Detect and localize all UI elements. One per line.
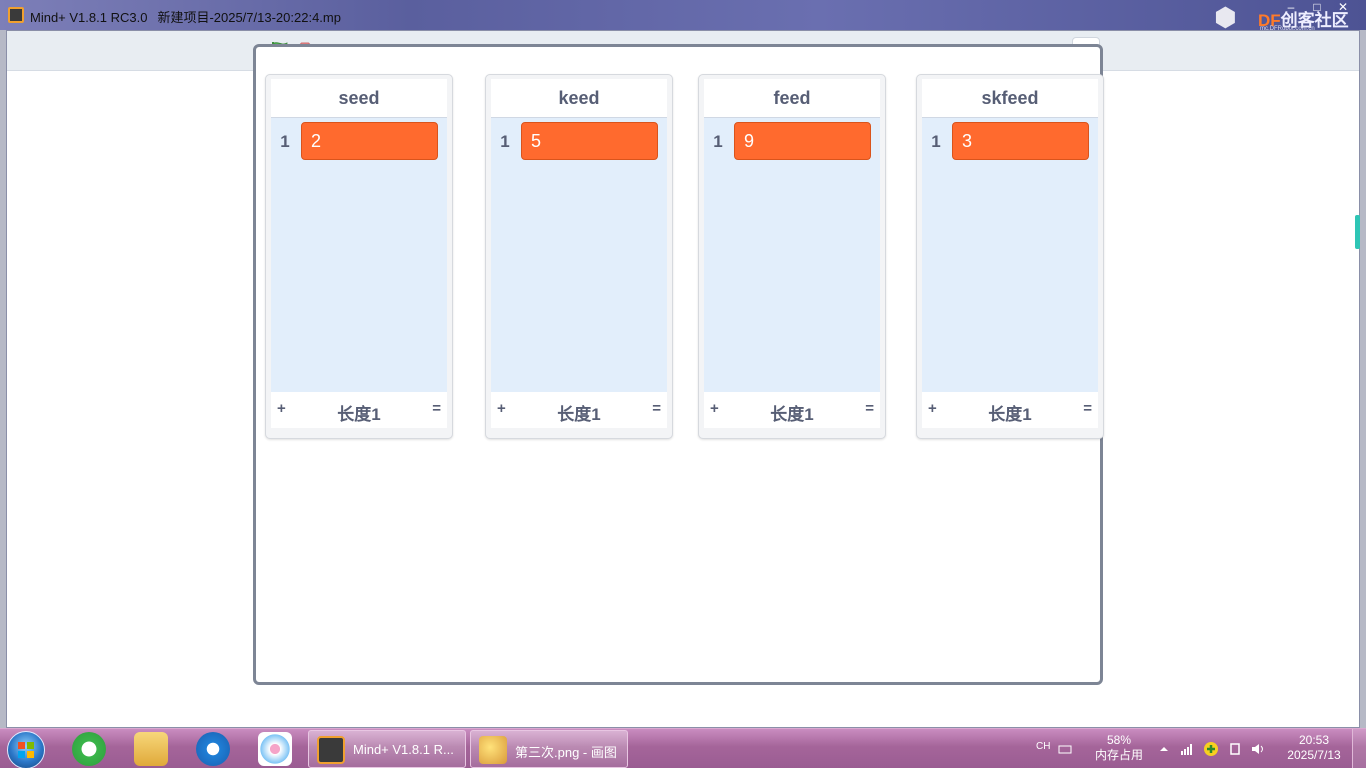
list-monitor-skfeed: skfeed 1 3 + 长度1 = <box>916 74 1104 439</box>
list-footer: + 长度1 = <box>922 392 1098 428</box>
keyboard-icon[interactable] <box>1058 743 1072 755</box>
list-body: 1 9 <box>704 117 880 392</box>
list-item-index: 1 <box>280 132 290 151</box>
list-item-index: 1 <box>713 132 723 151</box>
memory-label: 内存占用 <box>1094 748 1143 762</box>
ie-icon[interactable] <box>72 732 106 766</box>
list-footer: + 长度1 = <box>704 392 880 428</box>
list-monitor-feed: feed 1 9 + 长度1 = <box>698 74 886 439</box>
taskbar-item-mindplus[interactable]: Mind+ V1.8.1 R... <box>308 730 466 768</box>
show-desktop-button[interactable] <box>1352 729 1366 768</box>
volume-icon[interactable] <box>1251 743 1265 755</box>
list-monitor-keed: keed 1 5 + 长度1 = <box>485 74 673 439</box>
list-length: 长度1 <box>337 405 381 424</box>
list-footer: + 长度1 = <box>491 392 667 428</box>
list-item: 1 2 <box>271 122 447 160</box>
side-panel-tab[interactable] <box>1355 215 1360 249</box>
title-bar: Mind+ V1.8.1 RC3.0 新建项目-2025/7/13-20:22:4… <box>0 0 1366 32</box>
list-name: feed <box>704 79 880 117</box>
sogou-icon[interactable] <box>196 732 230 766</box>
start-button[interactable] <box>7 731 45 768</box>
mindplus-icon <box>317 736 345 764</box>
list-item: 1 5 <box>491 122 667 160</box>
resize-handle[interactable]: = <box>652 400 661 417</box>
resize-handle[interactable]: = <box>865 400 874 417</box>
maximize-icon[interactable]: □ <box>1304 0 1330 18</box>
list-body: 1 5 <box>491 117 667 392</box>
network-signal-icon[interactable] <box>1180 743 1194 755</box>
chevron-up-icon[interactable] <box>1157 743 1171 755</box>
clock-date: 2025/7/13 <box>1287 748 1341 762</box>
list-length: 长度1 <box>557 405 601 424</box>
usb-device-icon[interactable] <box>1228 743 1242 755</box>
list-item-value[interactable]: 9 <box>734 122 871 160</box>
list-length: 长度1 <box>770 405 814 424</box>
window-controls: – □ ✕ <box>1278 0 1356 18</box>
explorer-icon[interactable] <box>134 732 168 766</box>
windows-logo-icon <box>18 742 34 758</box>
app-name: Mind+ V1.8.1 RC3.0 <box>30 10 148 25</box>
close-icon[interactable]: ✕ <box>1330 0 1356 18</box>
window-title: Mind+ V1.8.1 RC3.0 新建项目-2025/7/13-20:22:4… <box>30 7 341 26</box>
resize-handle[interactable]: = <box>432 400 441 417</box>
list-item-value[interactable]: 5 <box>521 122 658 160</box>
list-name: keed <box>491 79 667 117</box>
memory-percent: 58% <box>1106 733 1132 747</box>
list-length: 长度1 <box>988 405 1032 424</box>
security-plus-icon[interactable] <box>1203 741 1219 757</box>
system-clock[interactable]: 20:53 2025/7/13 <box>1284 733 1344 768</box>
taskbar: Mind+ V1.8.1 R... 第三次.png - 画图 CH 58% 内存… <box>0 728 1366 768</box>
list-item-value[interactable]: 2 <box>301 122 438 160</box>
baidu-netdisk-icon[interactable] <box>258 732 292 766</box>
resize-handle[interactable]: = <box>1083 400 1092 417</box>
task-label: Mind+ V1.8.1 R... <box>353 742 454 757</box>
list-monitor-seed: seed 1 2 + 长度1 = <box>265 74 453 439</box>
list-name: seed <box>271 79 447 117</box>
list-item-index: 1 <box>931 132 941 151</box>
list-item: 1 3 <box>922 122 1098 160</box>
language-indicator[interactable]: CH <box>1036 741 1050 768</box>
list-body: 1 2 <box>271 117 447 392</box>
clock-time: 20:53 <box>1298 733 1330 747</box>
memory-usage[interactable]: 58% 内存占用 <box>1093 733 1145 768</box>
list-body: 1 3 <box>922 117 1098 392</box>
mindplus-app-icon <box>8 7 24 23</box>
task-label: 第三次.png - 画图 <box>515 745 617 760</box>
project-name: 新建项目-2025/7/13-20:22:4.mp <box>157 10 341 25</box>
minimize-icon[interactable]: – <box>1278 0 1304 18</box>
list-footer: + 长度1 = <box>271 392 447 428</box>
paint-icon <box>479 736 507 764</box>
taskbar-item-paint[interactable]: 第三次.png - 画图 <box>470 730 628 768</box>
list-name: skfeed <box>922 79 1098 117</box>
list-item: 1 9 <box>704 122 880 160</box>
list-item-value[interactable]: 3 <box>952 122 1089 160</box>
list-item-index: 1 <box>500 132 510 151</box>
